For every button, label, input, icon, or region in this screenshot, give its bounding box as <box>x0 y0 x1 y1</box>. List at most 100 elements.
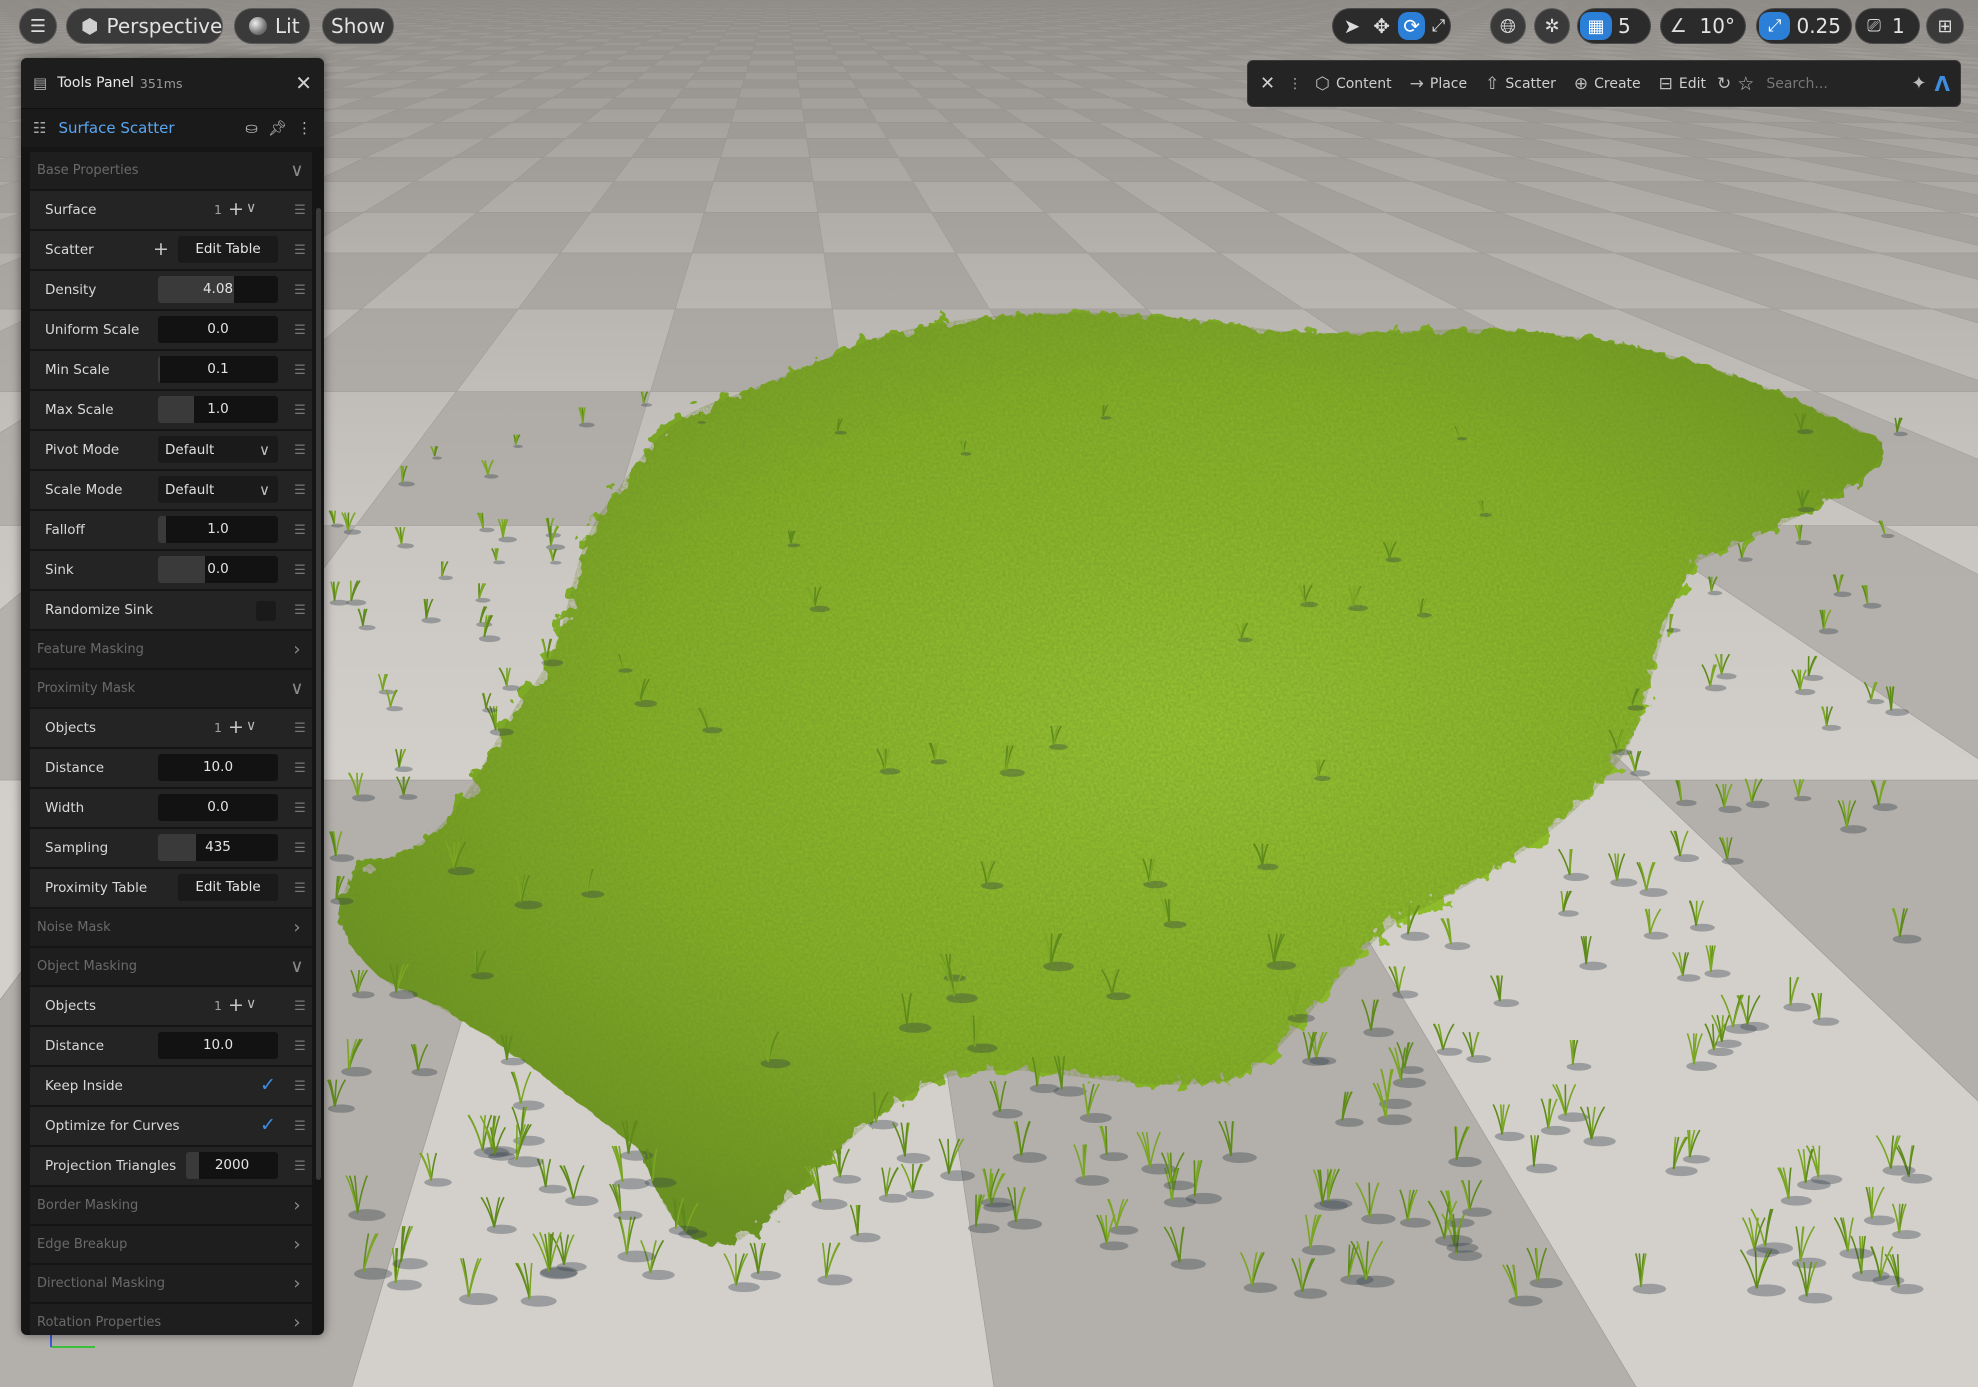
pivot-mode-dropdown[interactable]: Default ∨ <box>158 436 278 463</box>
pin-icon[interactable]: 📌︎ <box>268 119 287 137</box>
row-menu-icon[interactable]: ☰ <box>292 323 308 338</box>
angle-snap-value[interactable]: 10° <box>1696 14 1745 38</box>
row-menu-icon[interactable]: ☰ <box>292 841 308 856</box>
kebab-icon[interactable]: ⋮ <box>297 119 312 137</box>
modes-menu-button[interactable]: ⋮ <box>1284 76 1306 92</box>
section-base-properties[interactable]: Base Properties ∨ <box>30 152 312 189</box>
chevron-down-icon[interactable]: ∨ <box>246 200 256 216</box>
section-directional-masking[interactable]: Directional Masking › <box>30 1265 312 1302</box>
favorites-button[interactable]: ☆ <box>1733 73 1758 95</box>
section-object-masking[interactable]: Object Masking ∨ <box>30 948 312 985</box>
close-modes-button[interactable]: ✕ <box>1248 73 1284 94</box>
falloff-field[interactable]: 1.0 <box>158 516 278 543</box>
row-menu-icon[interactable]: ☰ <box>292 283 308 298</box>
angle-snap-group[interactable]: ∠ 10° <box>1660 8 1746 44</box>
plus-icon[interactable]: + <box>153 238 169 260</box>
angle-snap-toggle[interactable]: ∠ <box>1661 9 1696 43</box>
row-menu-icon[interactable]: ☰ <box>292 603 308 618</box>
surface-snap-button[interactable]: ✲ <box>1534 8 1570 44</box>
panel-scrollbar[interactable] <box>316 208 321 1180</box>
scale-mode-dropdown[interactable]: Default ∨ <box>158 476 278 503</box>
camera-speed-group[interactable]: ⎚ 1 <box>1855 8 1920 44</box>
row-menu-icon[interactable]: ☰ <box>292 881 308 896</box>
row-menu-icon[interactable]: ☰ <box>292 443 308 458</box>
camera-speed-button[interactable]: ⎚ <box>1856 9 1892 43</box>
scale-snap-group[interactable]: ⤢ 0.25 <box>1756 8 1852 44</box>
section-proximity-mask[interactable]: Proximity Mask ∨ <box>30 670 312 707</box>
keep-inside-checkbox[interactable]: ✓ <box>260 1074 276 1096</box>
grid-snap-group[interactable]: ▦ 5 <box>1577 8 1651 44</box>
row-menu-icon[interactable]: ☰ <box>292 1159 308 1174</box>
sparkle-button[interactable]: ✦ <box>1905 73 1932 94</box>
camera-speed-value[interactable]: 1 <box>1892 14 1915 38</box>
section-noise-mask[interactable]: Noise Mask › <box>30 909 312 946</box>
proximity-edit-table-button[interactable]: Edit Table <box>178 874 278 901</box>
close-panel-button[interactable]: ✕ <box>295 71 312 95</box>
row-menu-icon[interactable]: ☰ <box>292 523 308 538</box>
select-tool[interactable]: ➤ <box>1337 9 1367 43</box>
row-menu-icon[interactable]: ☰ <box>292 999 308 1014</box>
scale-snap-value[interactable]: 0.25 <box>1792 14 1851 38</box>
close-icon: ✕ <box>1260 73 1276 94</box>
section-rotation-properties[interactable]: Rotation Properties › <box>30 1304 312 1335</box>
distance-field[interactable]: 10.0 <box>158 754 278 781</box>
scale-snap-toggle[interactable]: ⤢ <box>1759 12 1791 40</box>
randomize-sink-checkbox[interactable] <box>256 601 276 621</box>
rotate-tool[interactable]: ⟳ <box>1398 12 1425 40</box>
row-menu-icon[interactable]: ☰ <box>292 563 308 578</box>
mode-scatter[interactable]: ⇧ Scatter <box>1476 74 1565 94</box>
row-menu-icon[interactable]: ☰ <box>292 721 308 736</box>
history-button[interactable]: ↻ <box>1715 74 1733 94</box>
section-feature-masking[interactable]: Feature Masking › <box>30 631 312 668</box>
row-menu-icon[interactable]: ☰ <box>292 1039 308 1054</box>
max-scale-field[interactable]: 1.0 <box>158 396 278 423</box>
basket-icon[interactable]: ⛀ <box>245 119 258 137</box>
row-menu-icon[interactable]: ☰ <box>292 483 308 498</box>
row-menu-icon[interactable]: ☰ <box>292 243 308 258</box>
main-menu-button[interactable]: ☰ <box>19 8 57 44</box>
width-field[interactable]: 0.0 <box>158 794 278 821</box>
perspective-dropdown[interactable]: ⬢ Perspective <box>66 8 223 44</box>
mode-create[interactable]: ⊕ Create <box>1565 74 1650 94</box>
section-label: Edge Breakup <box>37 1237 128 1252</box>
scale-tool[interactable]: ⤢ <box>1427 9 1450 43</box>
viewport-layout-button[interactable]: ⊞ <box>1926 8 1964 44</box>
grid-snap-toggle[interactable]: ▦ <box>1580 12 1612 40</box>
sampling-field[interactable]: 435 <box>158 834 278 861</box>
mode-search-input[interactable]: Search... <box>1766 76 1905 92</box>
plus-icon[interactable]: + <box>228 198 244 220</box>
row-menu-icon[interactable]: ☰ <box>292 363 308 378</box>
min-scale-field[interactable]: 0.1 <box>158 356 278 383</box>
grid-snap-value[interactable]: 5 <box>1614 14 1641 38</box>
row-menu-icon[interactable]: ☰ <box>292 1079 308 1094</box>
row-menu-icon[interactable]: ☰ <box>292 403 308 418</box>
sink-field[interactable]: 0.0 <box>158 556 278 583</box>
section-edge-breakup[interactable]: Edge Breakup › <box>30 1226 312 1263</box>
mode-edit[interactable]: ⊟ Edit <box>1650 74 1715 94</box>
mode-place[interactable]: → Place <box>1401 74 1476 94</box>
lit-dropdown[interactable]: Lit <box>234 8 310 44</box>
density-field[interactable]: 4.08 <box>158 276 278 303</box>
chevron-down-icon[interactable]: ∨ <box>246 718 256 734</box>
uniform-scale-field[interactable]: 0.0 <box>158 316 278 343</box>
distance-field[interactable]: 10.0 <box>158 1032 278 1059</box>
chevron-down-icon[interactable]: ∨ <box>246 996 256 1012</box>
mode-content[interactable]: ⬡ Content <box>1306 74 1401 94</box>
section-border-masking[interactable]: Border Masking › <box>30 1187 312 1224</box>
plus-icon[interactable]: + <box>228 994 244 1016</box>
transform-tools-group: ➤ ✥ ⟳ ⤢ <box>1332 8 1451 44</box>
scatter-edit-table-button[interactable]: Edit Table <box>178 236 278 263</box>
modeling-tools-button[interactable]: Ʌ <box>1933 72 1960 96</box>
world-local-toggle[interactable]: 🌐︎ <box>1490 8 1526 44</box>
tool-name[interactable]: Surface Scatter <box>58 119 235 137</box>
row-menu-icon[interactable]: ☰ <box>292 761 308 776</box>
projection-triangles-field[interactable]: 2000 <box>186 1152 278 1179</box>
row-menu-icon[interactable]: ☰ <box>292 1119 308 1134</box>
row-menu-icon[interactable]: ☰ <box>292 801 308 816</box>
plus-icon[interactable]: + <box>228 716 244 738</box>
row-menu-icon[interactable]: ☰ <box>292 203 308 218</box>
show-dropdown[interactable]: Show <box>322 8 394 44</box>
history-icon: ↻ <box>1717 73 1732 94</box>
translate-tool[interactable]: ✥ <box>1367 9 1397 43</box>
optimize-curves-checkbox[interactable]: ✓ <box>260 1114 276 1136</box>
